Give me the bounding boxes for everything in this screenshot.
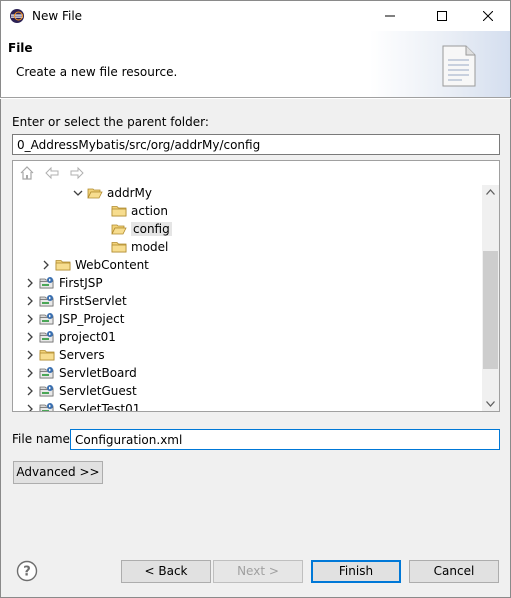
project-icon: [39, 313, 54, 325]
folder-open-icon: [111, 224, 127, 235]
new-file-icon: [442, 45, 476, 87]
folder-icon: [55, 260, 71, 271]
tree-item-label: project01: [59, 330, 116, 344]
chevron-right-icon[interactable]: [23, 348, 37, 362]
maximize-icon: [437, 11, 447, 21]
window-title: New File: [32, 9, 83, 23]
tree-item-label: ServletBoard: [59, 366, 137, 380]
file-name-label: File name:: [12, 432, 74, 446]
tree-item-label: config: [131, 222, 172, 236]
parent-folder-input[interactable]: [12, 134, 500, 155]
tree-scrollbar[interactable]: [482, 185, 499, 411]
help-icon[interactable]: ?: [16, 560, 38, 582]
scroll-up-icon[interactable]: [486, 189, 495, 195]
minimize-icon: [385, 15, 395, 17]
tree-item-label: addrMy: [107, 186, 152, 200]
chevron-right-icon[interactable]: [39, 258, 53, 272]
tree-item-label: action: [131, 204, 168, 218]
eclipse-icon: [10, 9, 24, 23]
wizard-header: File Create a new file resource.: [0, 31, 511, 97]
folder-tree[interactable]: addrMy action config model WebContent FirstJS…: [12, 160, 500, 412]
tree-item-label: Servers: [59, 348, 105, 362]
tree-item-servers[interactable]: Servers: [23, 346, 105, 364]
maximize-button[interactable]: [419, 1, 465, 31]
tree-item-servlettest01[interactable]: ServletTest01: [23, 400, 141, 412]
wizard-description: Create a new file resource.: [16, 65, 178, 79]
chevron-right-icon[interactable]: [23, 366, 37, 380]
cancel-button[interactable]: Cancel: [409, 560, 499, 583]
chevron-right-icon[interactable]: [23, 294, 37, 308]
tree-item-label: JSP_Project: [59, 312, 125, 326]
chevron-right-icon[interactable]: [23, 402, 37, 412]
chevron-right-icon[interactable]: [23, 330, 37, 344]
tree-item-label: ServletTest01: [59, 402, 141, 412]
header-banner: [370, 31, 510, 97]
project-icon: [39, 295, 54, 307]
tree-item-config[interactable]: config: [95, 220, 172, 238]
tree-item-addrmy[interactable]: addrMy: [71, 184, 152, 202]
folder-icon: [39, 350, 55, 361]
chevron-right-icon[interactable]: [23, 312, 37, 326]
tree-item-firstservlet[interactable]: FirstServlet: [23, 292, 127, 310]
chevron-down-icon[interactable]: [71, 186, 85, 200]
back-button[interactable]: < Back: [121, 560, 211, 583]
parent-folder-label: Enter or select the parent folder:: [12, 115, 209, 129]
tree-item-label: ServletGuest: [59, 384, 137, 398]
project-icon: [39, 277, 54, 289]
folder-icon: [111, 242, 127, 253]
tree-item-servletboard[interactable]: ServletBoard: [23, 364, 137, 382]
folder-open-icon: [87, 188, 103, 199]
svg-text:?: ?: [23, 565, 31, 580]
scroll-down-icon[interactable]: [486, 401, 495, 407]
tree-item-label: WebContent: [75, 258, 149, 272]
forward-arrow-icon[interactable]: [69, 165, 85, 181]
tree-toolbar: [19, 165, 85, 181]
tree-item-servletguest[interactable]: ServletGuest: [23, 382, 137, 400]
file-name-input[interactable]: [70, 429, 500, 450]
scrollbar-thumb[interactable]: [483, 251, 498, 369]
tree-item-jsp-project[interactable]: JSP_Project: [23, 310, 124, 328]
finish-button[interactable]: Finish: [311, 560, 401, 583]
window-titlebar: New File: [0, 0, 511, 31]
project-icon: [39, 331, 54, 343]
tree-item-label: FirstServlet: [59, 294, 127, 308]
tree-item-firstjsp[interactable]: FirstJSP: [23, 274, 103, 292]
minimize-button[interactable]: [367, 1, 413, 31]
project-icon: [39, 367, 54, 379]
back-arrow-icon[interactable]: [44, 165, 60, 181]
tree-item-action[interactable]: action: [95, 202, 168, 220]
tree-item-label: FirstJSP: [59, 276, 103, 290]
tree-spacer: [95, 240, 109, 254]
wizard-body: Enter or select the parent folder: addrM…: [0, 99, 511, 598]
tree-item-model[interactable]: model: [95, 238, 168, 256]
footer-separator: [1, 545, 510, 546]
chevron-right-icon[interactable]: [23, 276, 37, 290]
tree-spacer: [95, 204, 109, 218]
tree-item-label: model: [131, 240, 169, 254]
tree-spacer: [95, 222, 109, 236]
advanced-button[interactable]: Advanced >>: [13, 461, 103, 484]
tree-item-project01[interactable]: project01: [23, 328, 116, 346]
wizard-title: File: [8, 41, 33, 55]
folder-icon: [111, 206, 127, 217]
project-icon: [39, 403, 54, 411]
project-icon: [39, 385, 54, 397]
next-button[interactable]: Next >: [213, 560, 303, 583]
close-button[interactable]: [465, 1, 511, 31]
chevron-right-icon[interactable]: [23, 384, 37, 398]
close-icon: [483, 11, 493, 21]
home-icon[interactable]: [19, 165, 35, 181]
tree-item-webcontent[interactable]: WebContent: [39, 256, 149, 274]
